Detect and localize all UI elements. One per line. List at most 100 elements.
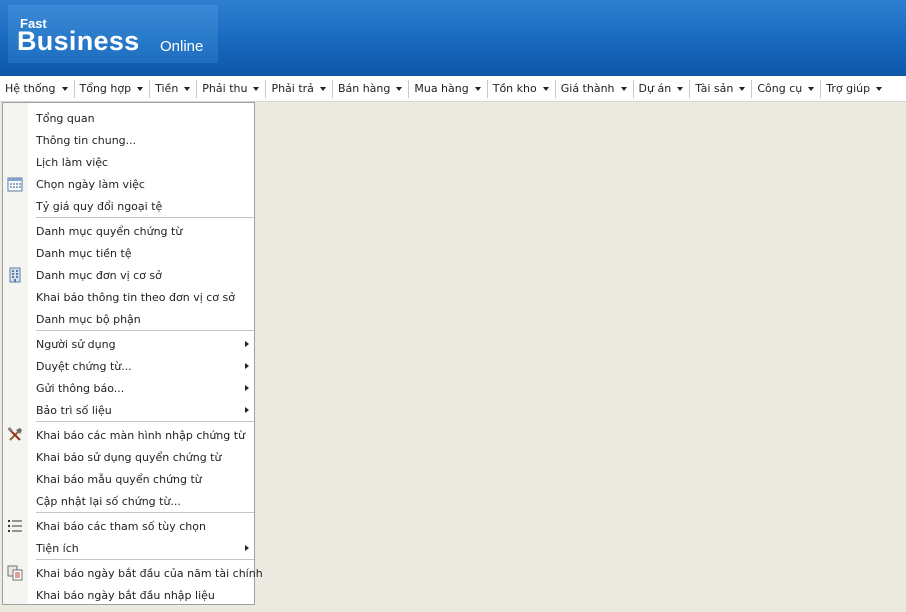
submenu-arrow-icon [245,385,249,391]
caret-down-icon [542,86,549,91]
menu-tien[interactable]: Tiền [150,79,198,98]
menu-item-khai-bao-su-dung-quyen[interactable]: Khai báo sử dụng quyển chứng từ [3,446,254,468]
submenu-arrow-icon [245,341,249,347]
logo-online-text: Online [160,38,204,55]
caret-down-icon [184,86,191,91]
menu-item-label: Bảo trì số liệu [36,403,112,417]
menu-label: Tồn kho [492,82,537,95]
submenu-arrow-icon [245,407,249,413]
caret-down-icon [319,86,326,91]
menu-item-danh-muc-bo-phan[interactable]: Danh mục bộ phận [3,308,254,330]
caret-down-icon [474,86,481,91]
menu-item-label: Danh mục tiền tệ [36,246,132,260]
building-icon [9,267,21,283]
menu-item-lich-lam-viec[interactable]: Lịch làm việc [3,151,254,173]
menu-item-khai-bao-nam-tai-chinh[interactable]: Khai báo ngày bắt đầu của năm tài chính [3,562,263,584]
menu-item-label: Khai báo thông tin theo đơn vị cơ sở [36,290,235,304]
list-icon [8,520,22,532]
caret-down-icon [876,86,883,91]
menu-label: Tiền [155,82,179,95]
menu-item-thong-tin-chung[interactable]: Thông tin chung... [3,129,254,151]
caret-down-icon [808,86,815,91]
tools-icon [7,427,22,441]
menu-item-khai-bao-man-hinh[interactable]: Khai báo các màn hình nhập chứng từ [3,424,254,446]
menu-item-danh-muc-quyen-chung-tu[interactable]: Danh mục quyển chứng từ [3,220,254,242]
menu-label: Dự án [638,82,672,95]
menu-cong-cu[interactable]: Công cụ [752,79,822,98]
menu-item-gui-thong-bao[interactable]: Gửi thông báo... [3,377,254,399]
menu-item-label: Duyệt chứng từ... [36,359,132,373]
menu-item-label: Khai báo sử dụng quyển chứng từ [36,450,222,464]
menu-tro-giup[interactable]: Trợ giúp [821,80,888,98]
menu-item-tong-quan[interactable]: Tổng quan [3,107,254,129]
menu-ban-hang[interactable]: Bán hàng [333,79,410,98]
header-banner: Fast Business Online [0,0,906,76]
copy-icon [7,565,23,581]
menu-item-label: Lịch làm việc [36,155,109,169]
menu-he-thong[interactable]: Hệ thống [0,79,75,98]
menu-item-danh-muc-don-vi[interactable]: Danh mục đơn vị cơ sở [3,264,254,286]
menu-item-label: Tỷ giá quy đổi ngoại tệ [36,199,163,213]
menu-label: Mua hàng [414,82,469,95]
main-menubar: Hệ thống Tổng hợp Tiền Phải thu Phải trả… [0,76,906,102]
menu-item-label: Khai báo các tham số tùy chọn [36,519,206,533]
menu-item-khai-bao-nhap-lieu[interactable]: Khai báo ngày bắt đầu nhập liệu [3,584,254,606]
menu-item-label: Khai báo ngày bắt đầu của năm tài chính [36,566,263,580]
menu-item-label: Chọn ngày làm việc [36,177,145,191]
menu-label: Công cụ [757,82,803,95]
menu-item-ty-gia[interactable]: Tỷ giá quy đổi ngoại tệ [3,195,254,217]
menu-item-label: Người sử dụng [36,337,116,351]
menu-phai-thu[interactable]: Phải thu [197,79,267,98]
menu-item-chon-ngay-lam-viec[interactable]: Chọn ngày làm việc [3,173,254,195]
submenu-arrow-icon [245,363,249,369]
logo-business-text: Business [17,26,140,56]
caret-down-icon [253,86,260,91]
menu-item-label: Danh mục quyển chứng từ [36,224,183,238]
menu-phai-tra[interactable]: Phải trả [266,79,333,98]
menu-item-label: Tiện ích [36,541,79,555]
he-thong-dropdown-menu: Tổng quan Thông tin chung... Lịch làm vi… [2,102,263,606]
menu-gia-thanh[interactable]: Giá thành [556,79,634,98]
menu-item-cap-nhat-so-chung-tu[interactable]: Cập nhật lại số chứng từ... [3,490,254,512]
menu-item-bao-tri-so-lieu[interactable]: Bảo trì số liệu [3,399,254,421]
menu-label: Trợ giúp [826,82,871,95]
menu-tai-san[interactable]: Tài sản [690,79,753,98]
menu-ton-kho[interactable]: Tồn kho [488,79,556,98]
app-logo: Fast Business Online [8,5,218,63]
menu-label: Hệ thống [5,82,56,95]
menu-item-duyet-chung-tu[interactable]: Duyệt chứng từ... [3,355,254,377]
menu-item-khai-bao-mau-quyen[interactable]: Khai báo mẫu quyển chứng từ [3,468,254,490]
menu-label: Bán hàng [337,82,391,95]
menu-item-label: Thông tin chung... [36,133,137,147]
menu-label: Phải thu [202,82,248,95]
menu-label: Tổng hợp [79,82,132,95]
menu-du-an[interactable]: Dự án [634,79,691,98]
menu-item-label: Khai báo các màn hình nhập chứng từ [36,428,246,442]
caret-down-icon [61,86,68,91]
menu-item-khai-bao-thong-tin-don-vi[interactable]: Khai báo thông tin theo đơn vị cơ sở [3,286,254,308]
menu-label: Tài sản [695,82,734,95]
menu-separator [36,421,254,422]
caret-down-icon [137,86,144,91]
caret-down-icon [396,86,403,91]
menu-item-tien-ich[interactable]: Tiện ích [3,537,254,559]
menu-label: Phải trả [271,82,314,95]
menu-item-label: Cập nhật lại số chứng từ... [36,494,181,508]
menu-tong-hop[interactable]: Tổng hợp [75,79,151,98]
caret-down-icon [739,86,746,91]
menu-mua-hang[interactable]: Mua hàng [409,79,488,98]
calendar-icon [7,177,23,192]
menu-item-label: Khai báo ngày bắt đầu nhập liệu [36,588,215,602]
menu-item-danh-muc-tien-te[interactable]: Danh mục tiền tệ [3,242,254,264]
menu-item-label: Danh mục bộ phận [36,312,141,326]
menu-item-label: Tổng quan [36,111,95,125]
submenu-arrow-icon [245,545,249,551]
menu-separator [36,217,254,218]
menu-separator [36,330,254,331]
menu-item-nguoi-su-dung[interactable]: Người sử dụng [3,333,254,355]
menu-separator [36,512,254,513]
menu-label: Giá thành [560,82,615,95]
menu-item-khai-bao-tham-so[interactable]: Khai báo các tham số tùy chọn [3,515,254,537]
caret-down-icon [677,86,684,91]
menu-item-label: Gửi thông báo... [36,381,125,395]
